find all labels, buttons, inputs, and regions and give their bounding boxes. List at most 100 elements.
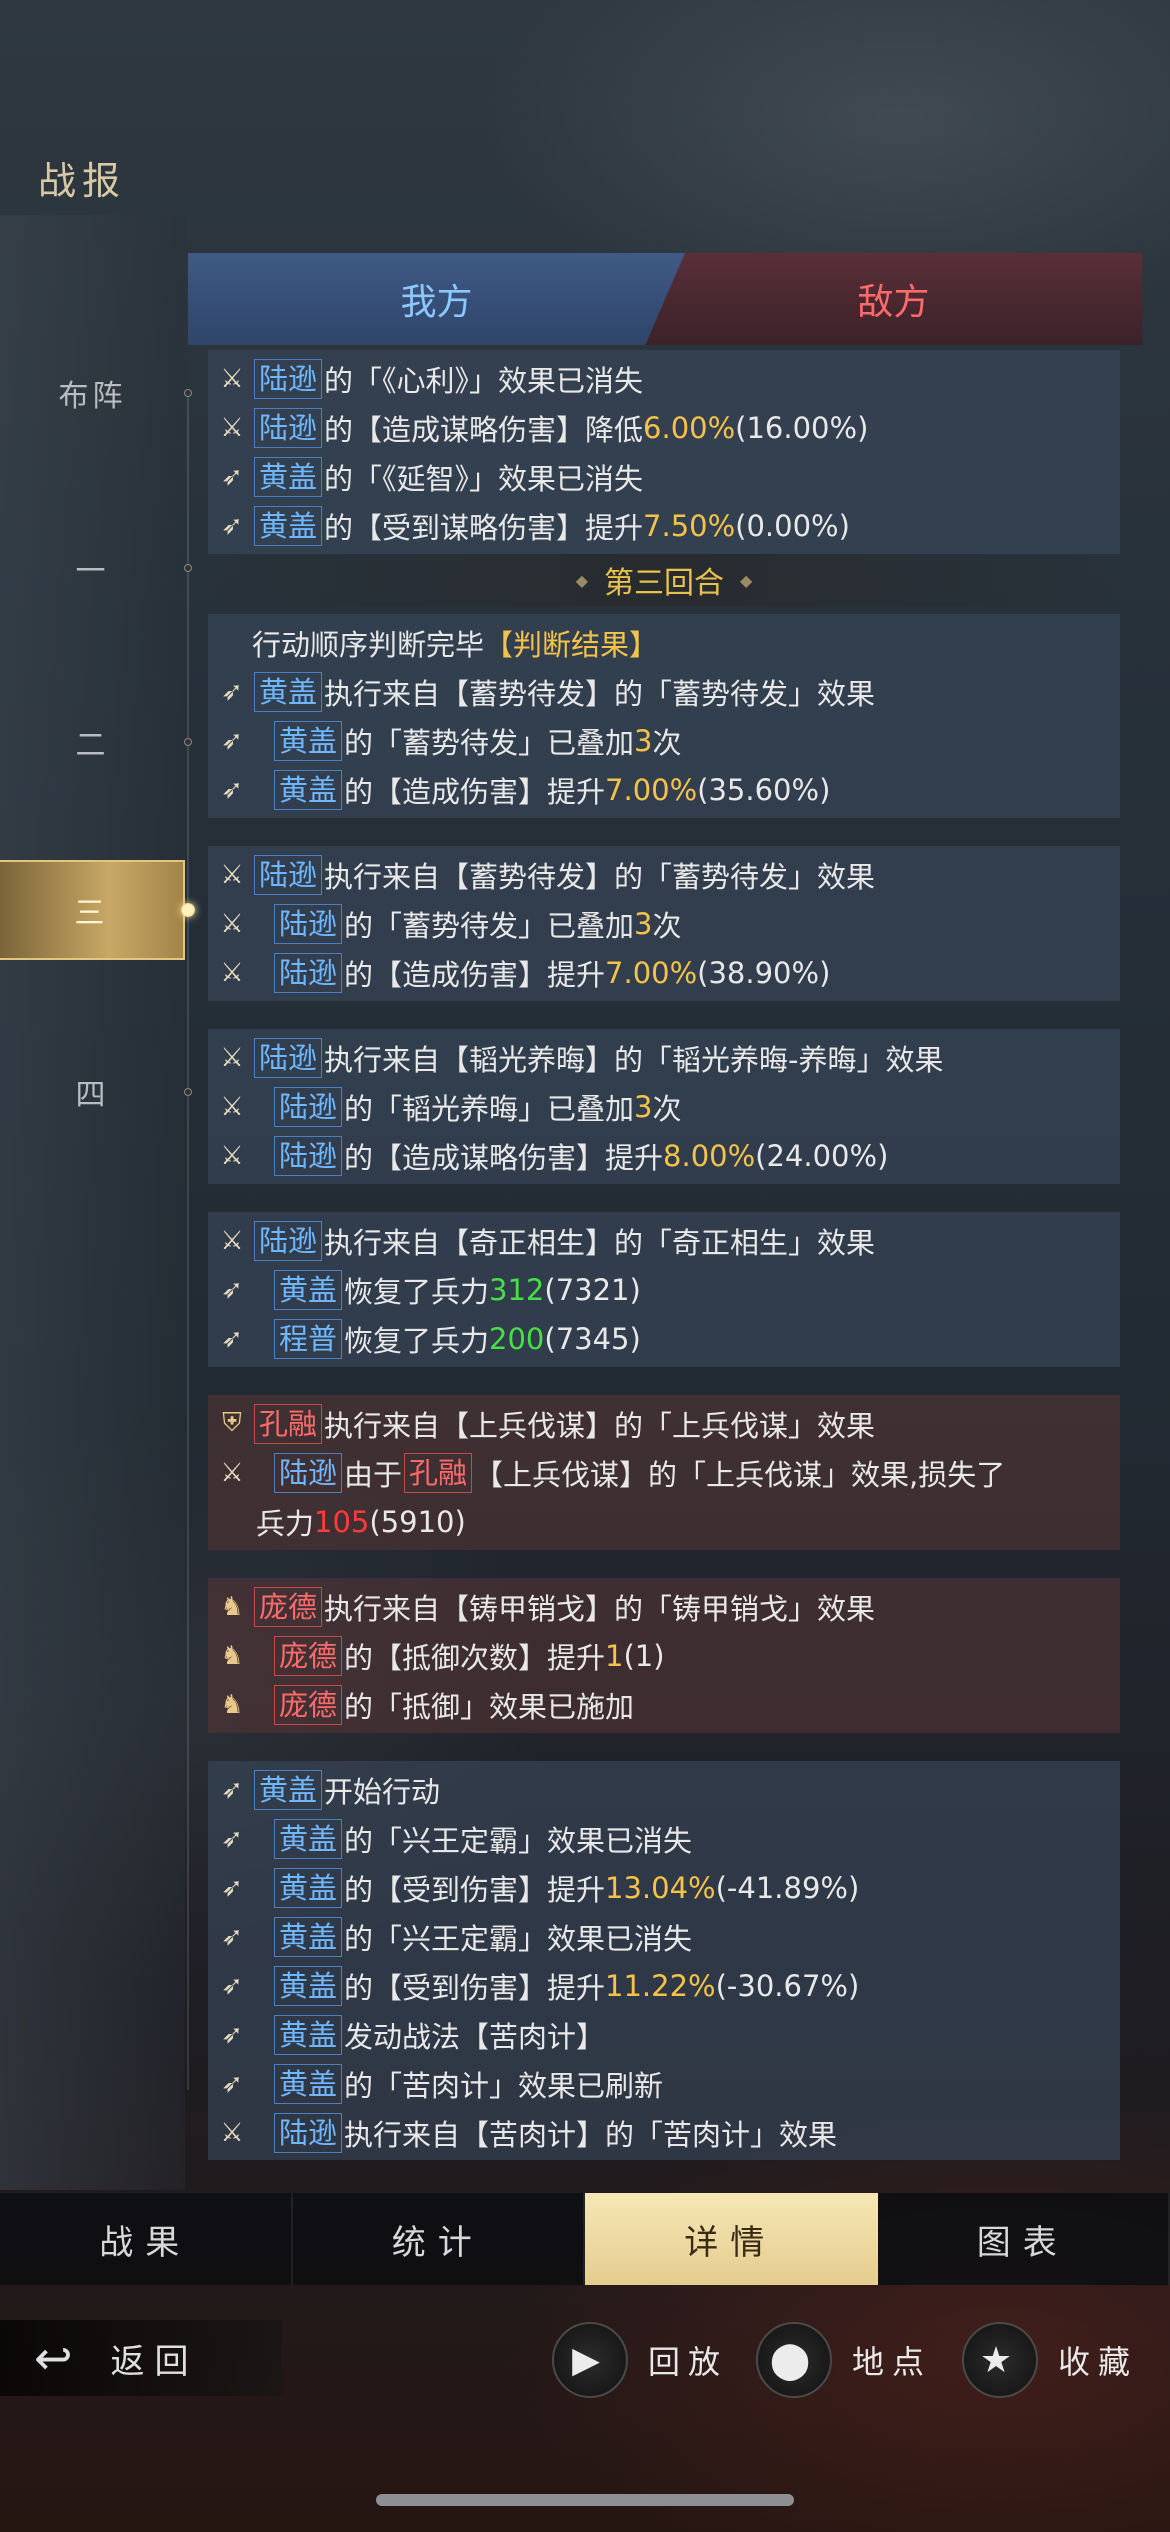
log-line: ♞ 庞德 的【抵御次数】提升 1 (1) (208, 1631, 1120, 1680)
hero-tag-ally[interactable]: 陆逊 (254, 854, 323, 895)
stance-icon: ⚔ (220, 1225, 244, 1256)
horse-icon: ♞ (220, 1640, 244, 1671)
log-text: 的「兴王定霸」效果已消失 (344, 1823, 693, 1858)
log-line: ➶ 黄盖 开始行动 (208, 1765, 1120, 1814)
bottom-tab[interactable]: 战果 (0, 2193, 293, 2285)
hero-tag-ally[interactable]: 程普 (274, 1318, 343, 1359)
value-change: 3 (634, 906, 653, 941)
log-line: ➶ 程普 恢复了兵力 200 (7345) (208, 1314, 1120, 1363)
log-line: ➶ 黄盖 恢复了兵力 312 (7321) (208, 1265, 1120, 1314)
round-nav-item[interactable]: 四 (0, 1062, 185, 1122)
log-text: 次 (652, 725, 682, 760)
hero-tag-ally[interactable]: 黄盖 (274, 769, 343, 810)
log-text: 的【受到伤害】提升 (344, 1970, 606, 2005)
bottom-tab[interactable]: 详情 (585, 2193, 878, 2285)
footer-bar: ↩ 返回 ▶ 回放 ⬤ 地点 ★ 收藏 (0, 2300, 1170, 2410)
hero-tag-ally[interactable]: 黄盖 (254, 456, 323, 497)
hero-tag-enemy[interactable]: 孔融 (254, 1403, 323, 1444)
spear-icon: ➶ (221, 676, 243, 707)
back-button[interactable]: ↩ 返回 (0, 2320, 282, 2396)
log-text: 执行来自【奇正相生】的「奇正相生」效果 (324, 1225, 876, 1260)
stance-icon: ⚔ (220, 1140, 244, 1171)
hero-tag-ally[interactable]: 陆逊 (254, 407, 323, 448)
log-line: ➶ 黄盖 发动战法【苦肉计】 (208, 2010, 1120, 2059)
hero-tag-ally[interactable]: 陆逊 (274, 952, 343, 993)
round-divider-label: 第三回合 (604, 566, 724, 601)
favorite-button[interactable]: ★ 收藏 (962, 2322, 1138, 2398)
log-text: (16.00%) (735, 410, 869, 445)
log-line: 行动顺序判断完毕 【判断结果】 (208, 618, 1120, 667)
hero-tag-ally[interactable]: 黄盖 (254, 1769, 323, 1810)
replay-button[interactable]: ▶ 回放 (552, 2322, 728, 2398)
hero-tag-ally[interactable]: 黄盖 (274, 2014, 343, 2055)
diamond-icon: ◆ (740, 570, 753, 590)
spear-icon: ➶ (221, 1872, 243, 1903)
log-line: ⚔ 陆逊 的【造成伤害】提升 7.00% (38.90%) (208, 948, 1120, 997)
hero-tag-ally[interactable]: 黄盖 (274, 1916, 343, 1957)
spear-icon: ➶ (221, 1970, 243, 2001)
log-line: ➶ 黄盖 的「蓄势待发」已叠加 3 次 (208, 716, 1120, 765)
round-nav-item[interactable]: 一 (0, 538, 185, 598)
hero-tag-enemy[interactable]: 庞德 (254, 1586, 323, 1627)
hero-tag-ally[interactable]: 陆逊 (274, 1452, 343, 1493)
result-link[interactable]: 【判断结果】 (484, 622, 658, 664)
log-line: ♞ 庞德 的「抵御」效果已施加 (208, 1680, 1120, 1729)
log-block: ⛨ 孔融 执行来自【上兵伐谋】的「上兵伐谋」效果 ⚔ 陆逊 由于 孔融 【上兵伐谋】的「上兵伐… (208, 1395, 1120, 1550)
hero-tag-ally[interactable]: 黄盖 (254, 505, 323, 546)
hero-tag-enemy[interactable]: 庞德 (274, 1635, 343, 1676)
log-text: 的「苦肉计」效果已刷新 (344, 2068, 664, 2103)
location-button[interactable]: ⬤ 地点 (756, 2322, 932, 2398)
bottom-tab[interactable]: 统计 (293, 2193, 585, 2285)
hero-tag-ally[interactable]: 陆逊 (274, 903, 343, 944)
hero-tag-ally[interactable]: 陆逊 (274, 1135, 343, 1176)
hero-tag-ally[interactable]: 黄盖 (254, 671, 323, 712)
value-change: 6.00% (643, 410, 736, 445)
value-change: 7.50% (643, 508, 736, 543)
log-line: ⚔ 陆逊 的【造成谋略伤害】提升 8.00% (24.00%) (208, 1131, 1120, 1180)
hero-tag-ally[interactable]: 陆逊 (274, 2112, 343, 2153)
log-text: (1) (623, 1638, 665, 1673)
hero-tag-ally[interactable]: 黄盖 (274, 1818, 343, 1859)
round-nav-item[interactable]: 二 (0, 712, 185, 772)
hero-tag-ally[interactable]: 陆逊 (254, 358, 323, 399)
log-text: 兵力 (256, 1506, 315, 1541)
log-text: 行动顺序判断完毕 (252, 627, 485, 662)
log-text: 的【造成谋略伤害】降低 (324, 412, 644, 447)
value-change: 3 (634, 723, 653, 758)
hero-tag-ally[interactable]: 黄盖 (274, 1269, 343, 1310)
round-nav-item[interactable]: 三 (0, 860, 185, 960)
hero-tag-ally[interactable]: 陆逊 (254, 1037, 323, 1078)
battle-log[interactable]: ⚔ 陆逊 的「《心利》」效果已消失 ⚔ 陆逊 的【造成谋略伤害】降低 6.00% (16.00… (208, 350, 1120, 2160)
log-line: ➶ 黄盖 的「兴王定霸」效果已消失 (208, 1814, 1120, 1863)
hero-tag-enemy[interactable]: 庞德 (274, 1684, 343, 1725)
log-text: 的【受到伤害】提升 (344, 1872, 606, 1907)
bottom-tab[interactable]: 图表 (878, 2193, 1170, 2285)
tab-our-side[interactable]: 我方 (188, 253, 685, 345)
round-nav-item[interactable]: 布阵 (0, 363, 185, 423)
log-text: 执行来自【蓄势待发】的「蓄势待发」效果 (324, 676, 876, 711)
value-change: 3 (634, 1089, 653, 1124)
hero-tag-ally[interactable]: 黄盖 (274, 1867, 343, 1908)
log-text: (38.90%) (697, 955, 831, 990)
hero-tag-ally[interactable]: 陆逊 (274, 1086, 343, 1127)
log-text: (0.00%) (735, 508, 850, 543)
spear-icon: ➶ (221, 1774, 243, 1805)
log-line: 兵力 105 (5910) (208, 1497, 1120, 1546)
log-text: 恢复了兵力 (344, 1274, 490, 1309)
side-tabs: 我方 敌方 (188, 253, 1142, 345)
hero-tag-ally[interactable]: 黄盖 (274, 720, 343, 761)
log-block: ⚔ 陆逊 执行来自【韬光养晦】的「韬光养晦-养晦」效果 ⚔ 陆逊 的「韬光养晦」已叠加 3 次… (208, 1029, 1120, 1184)
diamond-icon: ◆ (575, 570, 588, 590)
hero-tag-ally[interactable]: 黄盖 (274, 2063, 343, 2104)
tab-enemy-side[interactable]: 敌方 (645, 253, 1142, 345)
log-line: ➶ 黄盖 的「苦肉计」效果已刷新 (208, 2059, 1120, 2108)
hero-tag-ally[interactable]: 黄盖 (274, 1965, 343, 2006)
log-block: 行动顺序判断完毕 【判断结果】 ➶ 黄盖 执行来自【蓄势待发】的「蓄势待发」效果 ➶ 黄盖的… (208, 614, 1120, 818)
star-icon: ★ (962, 2322, 1038, 2398)
log-text: 的「兴王定霸」效果已消失 (344, 1921, 693, 1956)
spear-icon: ➶ (221, 461, 243, 492)
bottom-tabs: 战果 统计 详情 图表 (0, 2193, 1170, 2285)
hero-tag-ally[interactable]: 陆逊 (254, 1220, 323, 1261)
hero-tag-enemy[interactable]: 孔融 (404, 1452, 473, 1493)
log-text: 执行来自【苦肉计】的「苦肉计」效果 (344, 2117, 838, 2152)
